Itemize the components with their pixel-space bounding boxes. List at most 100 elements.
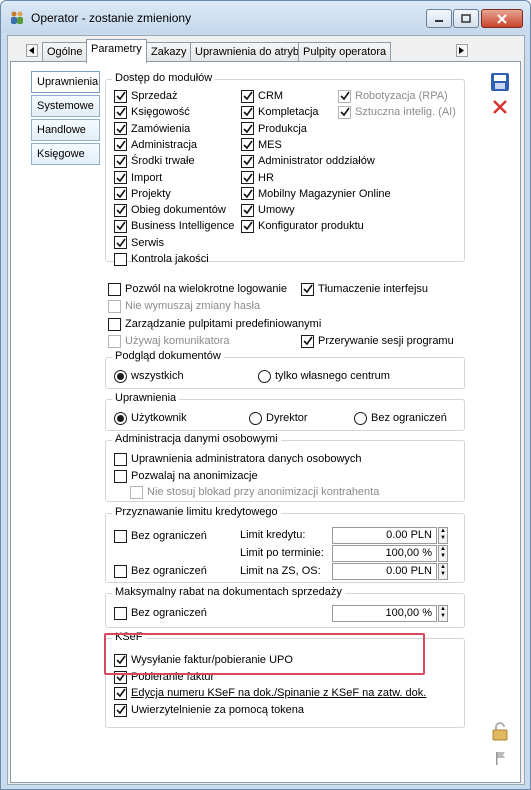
translate-ui-checkbox[interactable]: Tłumaczenie interfejsu [301, 281, 428, 297]
credit-unlimited-checkbox[interactable]: Bez ograniczeń [114, 528, 207, 544]
checkmark-icon [115, 140, 126, 150]
director-radio[interactable]: Dyrektor [249, 410, 308, 426]
zs-limit-spinner[interactable]: ▲ ▼ [438, 563, 448, 580]
module-administracja-checkbox[interactable]: Administracja [114, 137, 197, 153]
discount-unlimited-checkbox[interactable]: Bez ograniczeń [114, 605, 207, 621]
anonymize-checkbox[interactable]: Pozwalaj na anonimizacje [114, 468, 258, 484]
ksef-auth-checkbox[interactable]: Uwierzytelnienie za pomocą tokena [114, 702, 304, 718]
module-kompletacja-checkbox[interactable]: Kompletacja [241, 104, 319, 120]
interrupt-session-checkbox[interactable]: Przerywanie sesji programu [301, 333, 454, 349]
module-crm-checkbox[interactable]: CRM [241, 88, 283, 104]
spin-arrow-icon[interactable]: ▲ [439, 606, 447, 613]
zs-limit-input[interactable]: 0.00 PLN [332, 563, 437, 580]
unlock-button[interactable] [489, 720, 511, 742]
sidetab-handlowe[interactable]: Handlowe [31, 119, 100, 141]
module-obieg-dokumentow-checkbox[interactable]: Obieg dokumentów [114, 202, 226, 218]
parametry-panel: Uprawnienia Systemowe Handlowe Księgowe … [10, 61, 521, 783]
tab-scroll-right-button[interactable] [456, 44, 468, 57]
spin-arrow-icon[interactable]: ▲ [439, 564, 447, 571]
sidetab-ksiegowe[interactable]: Księgowe [31, 143, 100, 165]
module-zamowienia-checkbox[interactable]: Zamówienia [114, 121, 190, 137]
arrow-left-icon [29, 47, 34, 54]
module-kontrola-jakosci-checkbox[interactable]: Kontrola jakości [114, 251, 209, 267]
checkmark-icon [302, 336, 313, 346]
checkbox-box [114, 252, 127, 266]
tab-parametry[interactable]: Parametry [86, 39, 147, 63]
manage-desktops-checkbox[interactable]: Zarządzanie pulpitami predefiniowanymi [108, 316, 321, 332]
tab-label: Księgowe [37, 148, 85, 160]
checkbox-box [114, 452, 127, 466]
module-business-intelligence-checkbox[interactable]: Business Intelligence [114, 218, 234, 234]
no-locks-checkbox[interactable]: Nie stosuj blokad przy anonimizacji kont… [130, 484, 379, 500]
module-srodki-trwale-checkbox[interactable]: Środki trwałe [114, 153, 195, 169]
checkbox-box [114, 219, 127, 233]
preview-own-radio[interactable]: tylko własnego centrum [258, 368, 390, 384]
module-administrator-oddzialow-checkbox[interactable]: Administrator oddziałów [241, 153, 375, 169]
operator-window: Operator - zostanie zmieniony Ogólne Par… [0, 0, 531, 790]
use-messenger-checkbox[interactable]: Używaj komunikatora [108, 333, 230, 349]
ksef-edit-checkbox[interactable]: Edycja numeru KSeF na dok./Spinanie z KS… [114, 685, 426, 701]
option-label: Środki trwałe [131, 155, 195, 168]
sidetab-uprawnienia[interactable]: Uprawnienia [31, 71, 100, 93]
module-import-checkbox[interactable]: Import [114, 170, 162, 186]
tab-zakazy[interactable]: Zakazy [146, 42, 192, 62]
discount-input[interactable]: 100,00 % [332, 605, 437, 622]
tab-pulpity-operatora[interactable]: Pulpity operatora [298, 42, 392, 62]
save-button[interactable] [489, 71, 511, 93]
ksef-download-checkbox[interactable]: Pobieranie faktur [114, 669, 214, 685]
module-sztuczna-intelig-ai-checkbox[interactable]: Sztuczna intelig. (AI) [338, 104, 456, 120]
checkmark-icon [242, 91, 253, 101]
module-serwis-checkbox[interactable]: Serwis [114, 235, 164, 251]
checkmark-icon [242, 107, 253, 117]
preview-group-title: Podgląd dokumentów [112, 350, 224, 362]
discount-spinner[interactable]: ▲ ▼ [438, 605, 448, 622]
checkbox-box [338, 105, 351, 119]
overdue-limit-input[interactable]: 100,00 % [332, 545, 437, 562]
cancel-button[interactable] [489, 96, 511, 118]
module-robotyzacja-rpa-checkbox[interactable]: Robotyzacja (RPA) [338, 88, 448, 104]
attachment-button[interactable] [489, 747, 511, 769]
module-sprzedaz-checkbox[interactable]: Sprzedaż [114, 88, 177, 104]
zs-unlimited-checkbox[interactable]: Bez ograniczeń [114, 563, 207, 579]
cancel-icon [493, 100, 507, 114]
multi-login-checkbox[interactable]: Pozwól na wielokrotne logowanie [108, 281, 287, 297]
ksef-send-checkbox[interactable]: Wysyłanie faktur/pobieranie UPO [114, 652, 293, 668]
credit-limit-spinner[interactable]: ▲ ▼ [438, 527, 448, 544]
sidetab-systemowe[interactable]: Systemowe [31, 95, 100, 117]
module-ksiegowosc-checkbox[interactable]: Księgowość [114, 104, 190, 120]
maximize-button[interactable] [453, 9, 479, 28]
module-konfigurator-produktu-checkbox[interactable]: Konfigurator produktu [241, 218, 364, 234]
user-radio[interactable]: Użytkownik [114, 410, 187, 426]
spin-arrow-icon[interactable]: ▲ [439, 528, 447, 535]
module-mobilny-magazynier-online-checkbox[interactable]: Mobilny Magazynier Online [241, 186, 391, 202]
module-mes-checkbox[interactable]: MES [241, 137, 282, 153]
personal-admin-checkbox[interactable]: Uprawnienia administratora danych osobow… [114, 451, 362, 467]
credit-limit-input[interactable]: 0.00 PLN [332, 527, 437, 544]
minimize-button[interactable] [426, 9, 452, 28]
tab-ogolne[interactable]: Ogólne [42, 42, 88, 62]
spin-arrow-icon[interactable]: ▼ [439, 535, 447, 542]
option-label: tylko własnego centrum [275, 370, 390, 382]
module-hr-checkbox[interactable]: HR [241, 170, 274, 186]
spin-arrow-icon[interactable]: ▼ [439, 571, 447, 578]
credit-limit-label: Limit kredytu: [240, 529, 306, 541]
tab-strip: Ogólne Parametry Zakazy Uprawnienia do a… [8, 38, 524, 63]
tab-scroll-left-button[interactable] [26, 44, 38, 57]
spin-arrow-icon[interactable]: ▲ [439, 546, 447, 553]
no-force-password-checkbox[interactable]: Nie wymuszaj zmiany hasła [108, 298, 260, 314]
checkmark-icon [242, 205, 253, 215]
spin-arrow-icon[interactable]: ▼ [439, 613, 447, 620]
spin-arrow-icon[interactable]: ▼ [439, 553, 447, 560]
option-label: Produkcja [258, 122, 307, 135]
module-produkcja-checkbox[interactable]: Produkcja [241, 121, 307, 137]
checkmark-icon [339, 107, 350, 117]
close-button[interactable] [481, 9, 523, 28]
preview-all-radio[interactable]: wszystkich [114, 368, 184, 384]
overdue-limit-spinner[interactable]: ▲ ▼ [438, 545, 448, 562]
option-label: Przerywanie sesji programu [318, 335, 454, 347]
checkbox-box [241, 138, 254, 152]
unlimited-radio[interactable]: Bez ograniczeń [354, 410, 447, 426]
module-projekty-checkbox[interactable]: Projekty [114, 186, 171, 202]
radio-circle [114, 411, 127, 425]
module-umowy-checkbox[interactable]: Umowy [241, 202, 295, 218]
